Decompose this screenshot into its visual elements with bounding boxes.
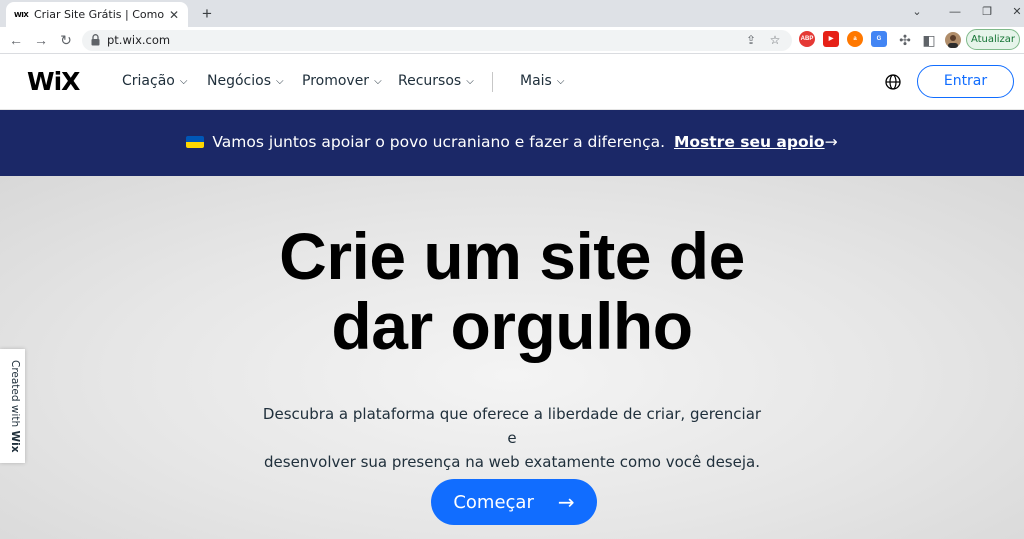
nav-item-criacao[interactable]: Criação ⌵ <box>122 73 187 89</box>
translate-extension-icon[interactable]: G <box>871 31 887 47</box>
nav-item-mais[interactable]: Mais ⌵ <box>520 73 564 89</box>
banner-text: Vamos juntos apoiar o povo ucraniano e f… <box>212 133 666 151</box>
chevron-down-icon: ⌵ <box>374 76 382 87</box>
globe-icon[interactable] <box>884 73 902 91</box>
puzzle-extensions-icon[interactable]: ✣ <box>895 30 915 50</box>
browser-tab-strip: WIX Criar Site Grátis | Como Criar um ✕ … <box>0 0 1024 27</box>
hero-subtitle: Descubra a plataforma que oferece a libe… <box>262 402 762 474</box>
youtube-extension-icon[interactable]: ▶ <box>823 31 839 47</box>
badge-text: Created with Wix <box>9 360 21 452</box>
chevron-down-icon[interactable]: ⌄ <box>902 2 932 22</box>
ukraine-flag-icon <box>186 136 205 148</box>
new-tab-button[interactable]: + <box>196 3 218 25</box>
created-with-wix-badge[interactable]: Created with Wix <box>0 349 25 463</box>
nav-divider <box>492 72 493 92</box>
avast-extension-icon[interactable]: a <box>847 31 863 47</box>
chevron-down-icon: ⌵ <box>466 76 474 87</box>
close-window-icon[interactable]: ✕ <box>1002 2 1024 22</box>
nav-item-recursos[interactable]: Recursos ⌵ <box>398 73 474 89</box>
site-header: WiX Criação ⌵ Negócios ⌵ Promover ⌵ Recurso… <box>0 54 1024 110</box>
start-button[interactable]: Começar → <box>431 479 597 525</box>
hero-subtitle-line1: Descubra a plataforma que oferece a libe… <box>262 405 762 447</box>
browser-tab[interactable]: WIX Criar Site Grátis | Como Criar um ✕ <box>6 2 188 27</box>
minimize-icon[interactable]: — <box>940 2 970 22</box>
login-button[interactable]: Entrar <box>917 65 1014 98</box>
nav-label: Recursos <box>398 73 462 89</box>
chevron-down-icon: ⌵ <box>275 76 284 87</box>
start-button-label: Começar <box>453 491 534 513</box>
nav-label: Promover <box>302 73 370 89</box>
hero-title-line1: Crie um site de <box>279 219 745 293</box>
restore-icon[interactable]: ❐ <box>972 2 1002 22</box>
profile-avatar-icon[interactable] <box>943 30 963 50</box>
browser-toolbar: ← → ↻ pt.wix.com ⇪ ☆ ABP ▶ a G ✣ ◧ Atual… <box>0 27 1024 54</box>
banner-support-link[interactable]: Mostre seu apoio <box>674 133 825 151</box>
wix-favicon-icon: WIX <box>14 10 29 19</box>
hero-section: Crie um site de dar orgulho Descubra a p… <box>0 176 1024 539</box>
chevron-down-icon: ⌵ <box>556 76 565 87</box>
badge-prefix: Created with <box>9 360 21 431</box>
arrow-right-icon: → <box>824 133 838 151</box>
banner-content: Vamos juntos apoiar o povo ucraniano e f… <box>0 133 1024 151</box>
chevron-down-icon: ⌵ <box>179 76 188 87</box>
share-icon[interactable]: ⇪ <box>742 31 760 49</box>
nav-label: Negócios <box>207 73 271 89</box>
ukraine-banner: Vamos juntos apoiar o povo ucraniano e f… <box>0 110 1024 176</box>
forward-icon[interactable]: → <box>31 30 51 50</box>
nav-item-negocios[interactable]: Negócios ⌵ <box>207 73 284 89</box>
hero-title: Crie um site de dar orgulho <box>0 221 1024 361</box>
nav-item-promover[interactable]: Promover ⌵ <box>302 73 382 89</box>
tab-title: Criar Site Grátis | Como Criar um <box>34 8 166 21</box>
hero-title-line2: dar orgulho <box>331 289 693 363</box>
lock-icon <box>91 34 100 46</box>
url-text: pt.wix.com <box>107 33 171 47</box>
close-icon[interactable]: ✕ <box>166 7 182 23</box>
side-panel-icon[interactable]: ◧ <box>919 30 939 50</box>
arrow-right-icon: → <box>557 490 575 514</box>
back-icon[interactable]: ← <box>6 30 26 50</box>
nav-label: Criação <box>122 73 175 89</box>
update-button[interactable]: Atualizar <box>966 29 1020 50</box>
badge-brand: Wix <box>9 430 21 453</box>
abp-extension-icon[interactable]: ABP <box>799 31 815 47</box>
nav-label: Mais <box>520 73 552 89</box>
bookmark-star-icon[interactable]: ☆ <box>766 31 784 49</box>
reload-icon[interactable]: ↻ <box>56 30 76 50</box>
wix-logo[interactable]: WiX <box>27 67 80 96</box>
address-bar[interactable]: pt.wix.com ⇪ ☆ <box>82 30 792 51</box>
hero-subtitle-line2: desenvolver sua presença na web exatamen… <box>264 453 760 471</box>
